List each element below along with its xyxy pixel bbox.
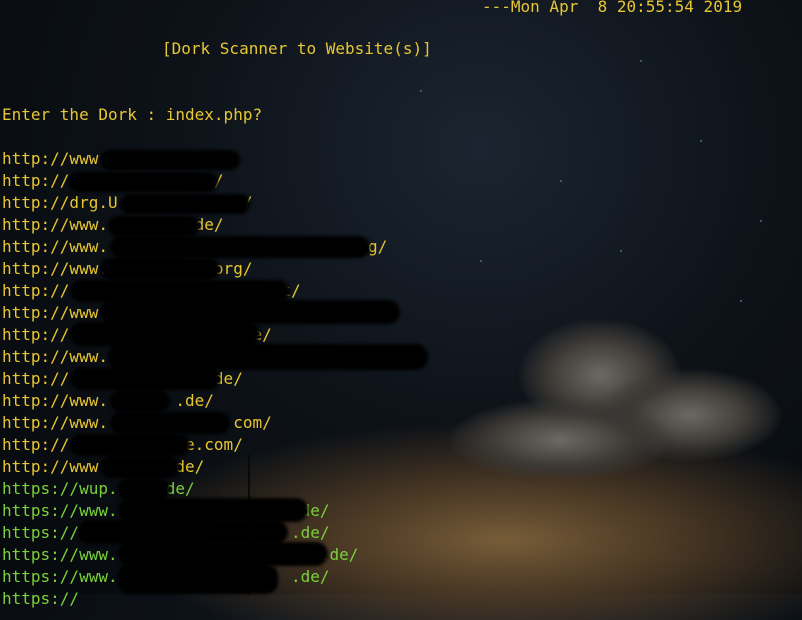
redaction-mark [70, 368, 220, 390]
redaction-mark [110, 390, 170, 412]
redaction-mark [110, 412, 230, 434]
redaction-mark [108, 344, 428, 370]
redaction-mark [70, 322, 260, 346]
redaction-mark [100, 300, 400, 324]
redaction-mark [100, 258, 220, 280]
dork-prompt: Enter the Dork : index.php? [2, 105, 263, 124]
redaction-mark [70, 280, 290, 302]
redaction-mark [100, 456, 180, 478]
terminal-window[interactable]: ---Mon Apr 8 20:55:54 2019 [Dork Scanner… [0, 0, 802, 608]
partial-result-url: https:// [2, 589, 80, 608]
redaction-mark [110, 236, 370, 258]
result-url: http://www. .de/ [2, 391, 214, 410]
redaction-mark [108, 216, 200, 236]
redaction-mark [68, 172, 218, 192]
redaction-mark [78, 520, 288, 544]
date-line: ---Mon Apr 8 20:55:54 2019 [482, 0, 743, 16]
redaction-mark [118, 564, 278, 594]
redaction-mark [70, 434, 190, 456]
redaction-mark [118, 498, 308, 522]
redaction-mark [120, 194, 250, 214]
redaction-mark [118, 478, 170, 500]
redaction-mark [100, 150, 240, 170]
redaction-mark [118, 542, 328, 566]
tool-title: [Dork Scanner to Website(s)] [162, 39, 432, 58]
